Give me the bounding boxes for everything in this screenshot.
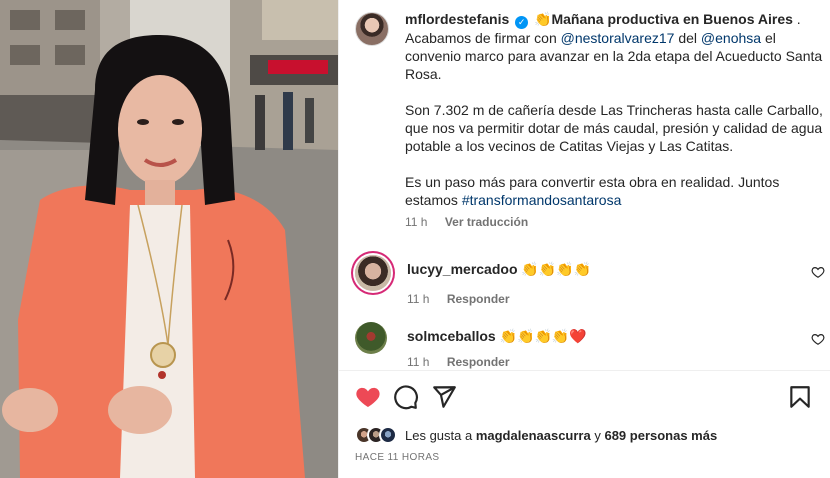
section-divider [339, 370, 830, 371]
photo-illustration [0, 0, 338, 478]
caption-title: Mañana productiva en Buenos Aires [551, 11, 793, 27]
like-heart-filled-icon[interactable] [355, 384, 381, 410]
caption-title-end: . [792, 11, 801, 27]
caption-emoji: 👏 [534, 11, 552, 27]
comment-avatar[interactable] [355, 255, 391, 291]
post-photo[interactable] [0, 0, 338, 478]
post-details-panel: mflordestefanis ✓ 👏Mañana productiva en … [338, 0, 830, 478]
post-caption: mflordestefanis ✓ 👏Mañana productiva en … [405, 10, 825, 209]
instagram-post: mflordestefanis ✓ 👏Mañana productiva en … [0, 0, 830, 478]
likers-avatars[interactable] [355, 426, 397, 444]
comment-meta: 11 h Responder [407, 355, 825, 369]
likes-count-link[interactable]: 689 personas más [604, 428, 717, 443]
verified-badge-icon: ✓ [515, 16, 529, 29]
likes-prefix: Les gusta a [405, 427, 476, 443]
comment-item: lucyy_mercadoo 👏👏👏👏 11 h Responder [355, 255, 825, 306]
comment-icon[interactable] [393, 384, 419, 410]
comment-username[interactable]: solmceballos [407, 328, 496, 344]
action-bar [355, 384, 815, 410]
comment-username[interactable]: lucyy_mercadoo [407, 261, 518, 277]
comment-time[interactable]: 11 h [407, 292, 429, 306]
reply-button[interactable]: Responder [447, 292, 510, 306]
reply-button[interactable]: Responder [447, 355, 510, 369]
caption-text: del [674, 30, 701, 46]
caption-section: mflordestefanis ✓ 👏Mañana productiva en … [355, 10, 825, 229]
hashtag-link[interactable]: #transformandosantarosa [462, 192, 622, 208]
caption-time[interactable]: 11 h [405, 215, 427, 229]
comment-meta: 11 h Responder [407, 292, 825, 306]
see-translation-link[interactable]: Ver traducción [445, 215, 528, 229]
bookmark-icon[interactable] [787, 384, 813, 410]
mention-link[interactable]: @nestoralvarez17 [561, 30, 675, 46]
caption-meta: 11 h Ver traducción [405, 215, 825, 229]
comment-like-heart-outline-icon[interactable] [811, 332, 825, 346]
comment-text: 👏👏👏👏 [521, 261, 592, 277]
author-avatar[interactable] [355, 12, 389, 46]
author-username[interactable]: mflordestefanis [405, 11, 509, 27]
comment-item: solmceballos 👏👏👏👏❤️ 11 h Responder [355, 322, 825, 369]
post-timestamp[interactable]: HACE 11 HORAS [355, 452, 439, 463]
share-icon[interactable] [431, 384, 457, 410]
likes-middle: y [590, 427, 605, 443]
liker-avatar [379, 426, 397, 444]
caption-text: Acabamos de firmar con [405, 30, 561, 46]
likes-user-link[interactable]: magdalenaascurra [476, 428, 591, 443]
likes-summary: Les gusta a magdalenaascurra y 689 perso… [355, 426, 717, 444]
mention-link[interactable]: @enohsa [701, 30, 761, 46]
comment-text: 👏👏👏👏❤️ [499, 328, 587, 344]
comment-avatar[interactable] [355, 322, 387, 354]
caption-paragraph: Son 7.302 m de cañería desde Las Trinche… [405, 102, 823, 154]
comment-time[interactable]: 11 h [407, 355, 429, 369]
comment-like-heart-outline-icon[interactable] [811, 265, 825, 279]
